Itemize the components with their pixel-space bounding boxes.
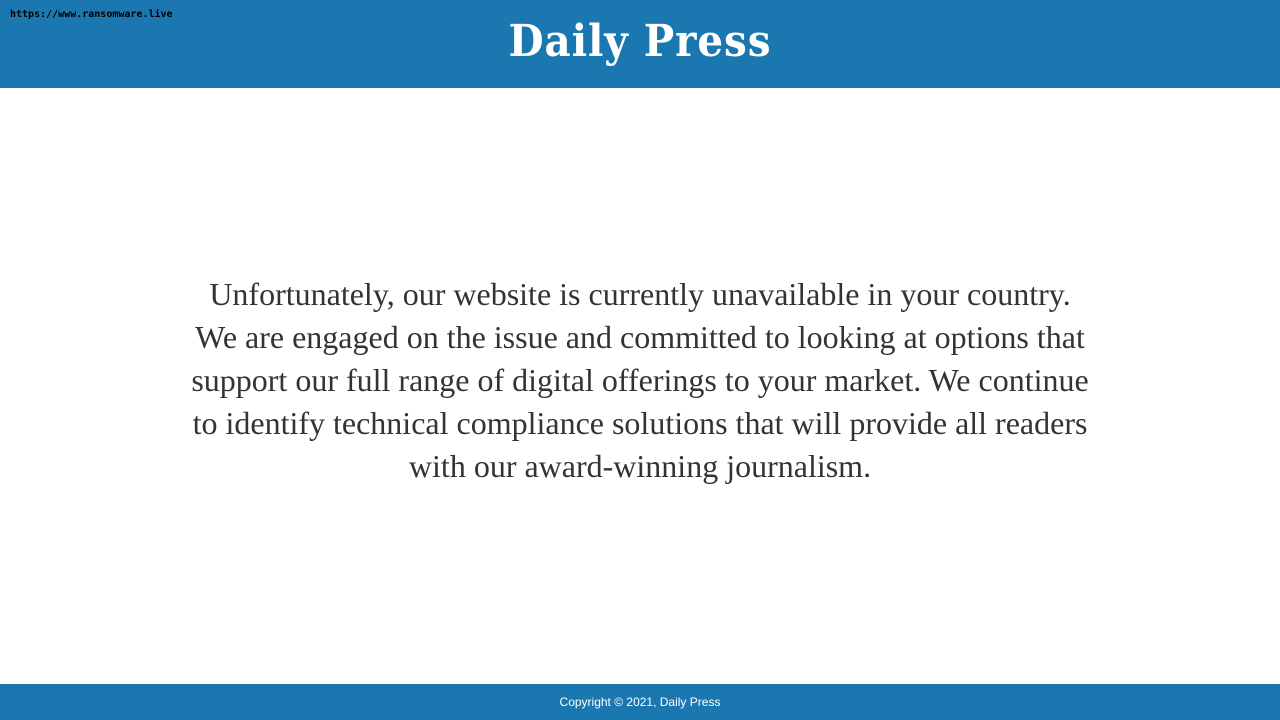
site-footer: Copyright © 2021, Daily Press [0,684,1280,720]
site-logo[interactable]: Daily Press [51,10,1229,74]
unavailable-message: Unfortunately, our website is currently … [191,276,1089,484]
copyright-text: Copyright © 2021, Daily Press [559,695,721,709]
main-content: Unfortunately, our website is currently … [190,273,1090,488]
site-header: https://www.ransomware.live Daily Press [0,0,1280,88]
